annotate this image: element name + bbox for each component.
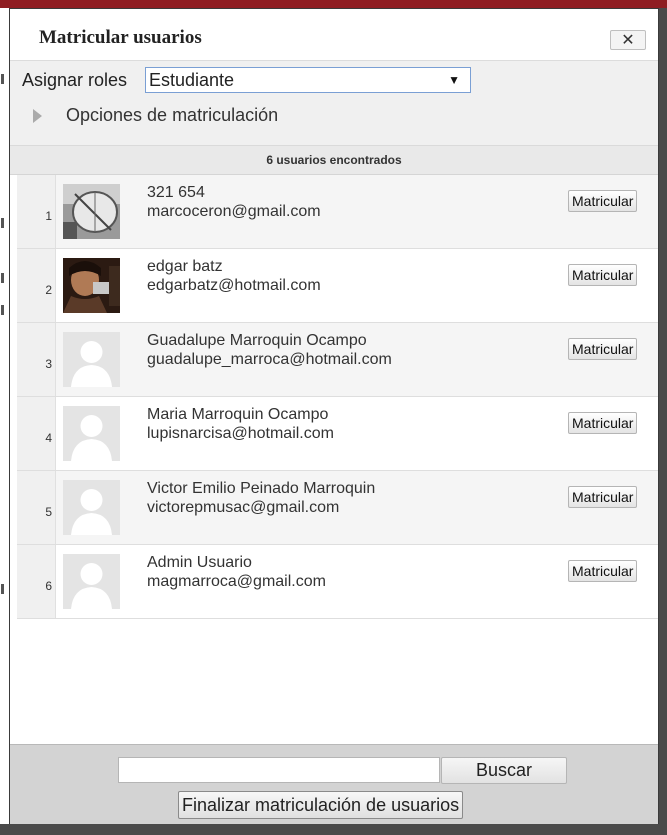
enrol-button[interactable]: Matricular [568,190,638,212]
dialog-title: Matricular usuarios [39,27,202,48]
enrol-button[interactable]: Matricular [568,264,638,286]
row-index: 2 [45,283,52,297]
user-row: 4 Maria Marroquin Ocampo lupisnarcisa@ho… [17,397,658,471]
results-count: 6 usuarios encontrados [10,146,658,175]
user-row: 3 Guadalupe Marroquin Ocampo guadalupe_m… [17,323,658,397]
enrol-options-label: Opciones de matriculación [66,105,279,125]
modal-overlay-right [659,8,667,835]
row-index: 1 [45,209,52,223]
background-fragment [1,74,4,84]
default-user-icon [63,554,120,609]
dialog-footer: Buscar Finalizar matriculación de usuari… [10,744,658,824]
user-name: Guadalupe Marroquin Ocampo [147,332,367,349]
modal-overlay-bottom [0,824,667,835]
user-email: edgarbatz@hotmail.com [147,277,321,294]
expand-triangle-icon [33,108,42,123]
user-list: 1 321 654 marcoceron@gmail.com Matricula… [17,175,658,619]
enrol-button[interactable]: Matricular [568,412,638,434]
role-select[interactable]: Estudiante ▼ [145,67,471,93]
user-name: Maria Marroquin Ocampo [147,406,329,423]
enrol-users-dialog: Matricular usuarios ✕ Asignar roles Estu… [9,8,659,824]
user-email: victorepmusac@gmail.com [147,499,340,516]
role-select-value: Estudiante [149,70,235,90]
background-fragment [1,273,4,283]
background-page-header [0,0,667,8]
user-row: 1 321 654 marcoceron@gmail.com Matricula… [17,175,658,249]
close-icon: ✕ [621,32,635,49]
assign-roles-label: Asignar roles [22,70,128,90]
background-fragment [1,218,4,228]
user-avatar-photo [63,258,120,313]
enrol-button[interactable]: Matricular [568,486,638,508]
default-user-icon [63,406,120,461]
user-row: 6 Admin Usuario magmarroca@gmail.com Mat… [17,545,658,619]
user-email: marcoceron@gmail.com [147,203,321,220]
user-name: Victor Emilio Peinado Marroquin [147,480,376,497]
row-index: 4 [45,431,52,445]
enrol-button[interactable]: Matricular [568,560,638,582]
user-name: Admin Usuario [147,554,252,571]
background-fragment [1,584,4,594]
close-button[interactable]: ✕ [610,30,646,50]
default-user-icon [63,480,120,535]
default-user-icon [63,332,120,387]
row-index-column: 4 [17,397,56,470]
row-index-column: 1 [17,175,56,248]
user-row: 2 edgar batz edgarbatz@hotmail.com Matri… [17,249,658,323]
finish-enrolling-button[interactable]: Finalizar matriculación de usuarios [178,791,464,819]
user-email: guadalupe_marroca@hotmail.com [147,351,392,368]
search-input[interactable] [118,757,440,783]
background-fragment [1,305,4,315]
user-name: edgar batz [147,258,223,275]
user-email: magmarroca@gmail.com [147,573,326,590]
enrol-button[interactable]: Matricular [568,338,638,360]
row-index-column: 2 [17,249,56,322]
user-name: 321 654 [147,184,205,201]
row-index: 5 [45,505,52,519]
enrol-options-toggle[interactable]: Opciones de matriculación [33,105,278,126]
user-email: lupisnarcisa@hotmail.com [147,425,334,442]
row-index: 3 [45,357,52,371]
row-index: 6 [45,579,52,593]
dialog-header: Matricular usuarios ✕ [10,9,658,61]
search-button[interactable]: Buscar [441,757,567,784]
dropdown-arrow-icon: ▼ [448,73,460,87]
user-avatar-photo [63,184,120,239]
row-index-column: 3 [17,323,56,396]
row-index-column: 6 [17,545,56,618]
row-index-column: 5 [17,471,56,544]
user-row: 5 Victor Emilio Peinado Marroquin victor… [17,471,658,545]
enrol-options-panel: Asignar roles Estudiante ▼ Opciones de m… [10,61,658,146]
